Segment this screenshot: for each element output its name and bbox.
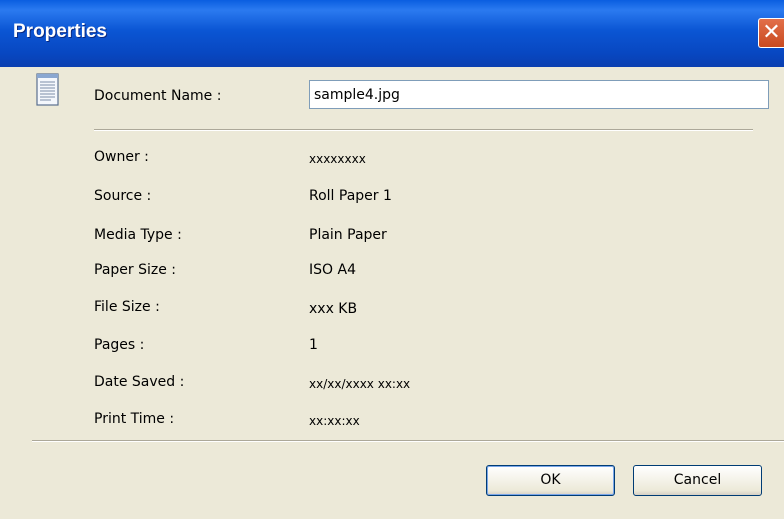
paper-size-label: Paper Size : xyxy=(94,262,177,278)
document-icon xyxy=(36,73,59,106)
media-type-value: Plain Paper xyxy=(309,227,387,243)
properties-dialog: Properties ✕ Document Name : Owner : xxx… xyxy=(0,0,784,519)
date-saved-label: Date Saved : xyxy=(94,374,185,390)
title-bar[interactable]: Properties ✕ xyxy=(0,0,784,67)
file-size-label: File Size : xyxy=(94,299,160,315)
paper-size-value: ISO A4 xyxy=(309,262,356,278)
separator-top xyxy=(94,129,753,131)
media-type-label: Media Type : xyxy=(94,227,182,243)
close-icon: ✕ xyxy=(762,20,781,45)
owner-label: Owner : xyxy=(94,149,149,165)
print-time-value: xx:xx:xx xyxy=(309,414,360,428)
file-size-value: xxx KB xyxy=(309,301,358,317)
source-label: Source : xyxy=(94,188,152,204)
cancel-button[interactable]: Cancel xyxy=(633,465,762,496)
document-name-input[interactable] xyxy=(309,80,769,109)
window-title: Properties xyxy=(13,21,107,42)
source-value: Roll Paper 1 xyxy=(309,188,392,204)
date-saved-value: xx/xx/xxxx xx:xx xyxy=(309,377,411,391)
print-time-label: Print Time : xyxy=(94,411,175,427)
pages-value: 1 xyxy=(309,337,318,353)
close-button[interactable]: ✕ xyxy=(758,18,784,48)
document-name-label: Document Name : xyxy=(94,88,222,104)
owner-value: xxxxxxxx xyxy=(309,152,366,166)
pages-label: Pages : xyxy=(94,337,145,353)
ok-button[interactable]: OK xyxy=(486,465,615,496)
separator-bottom xyxy=(32,440,784,442)
